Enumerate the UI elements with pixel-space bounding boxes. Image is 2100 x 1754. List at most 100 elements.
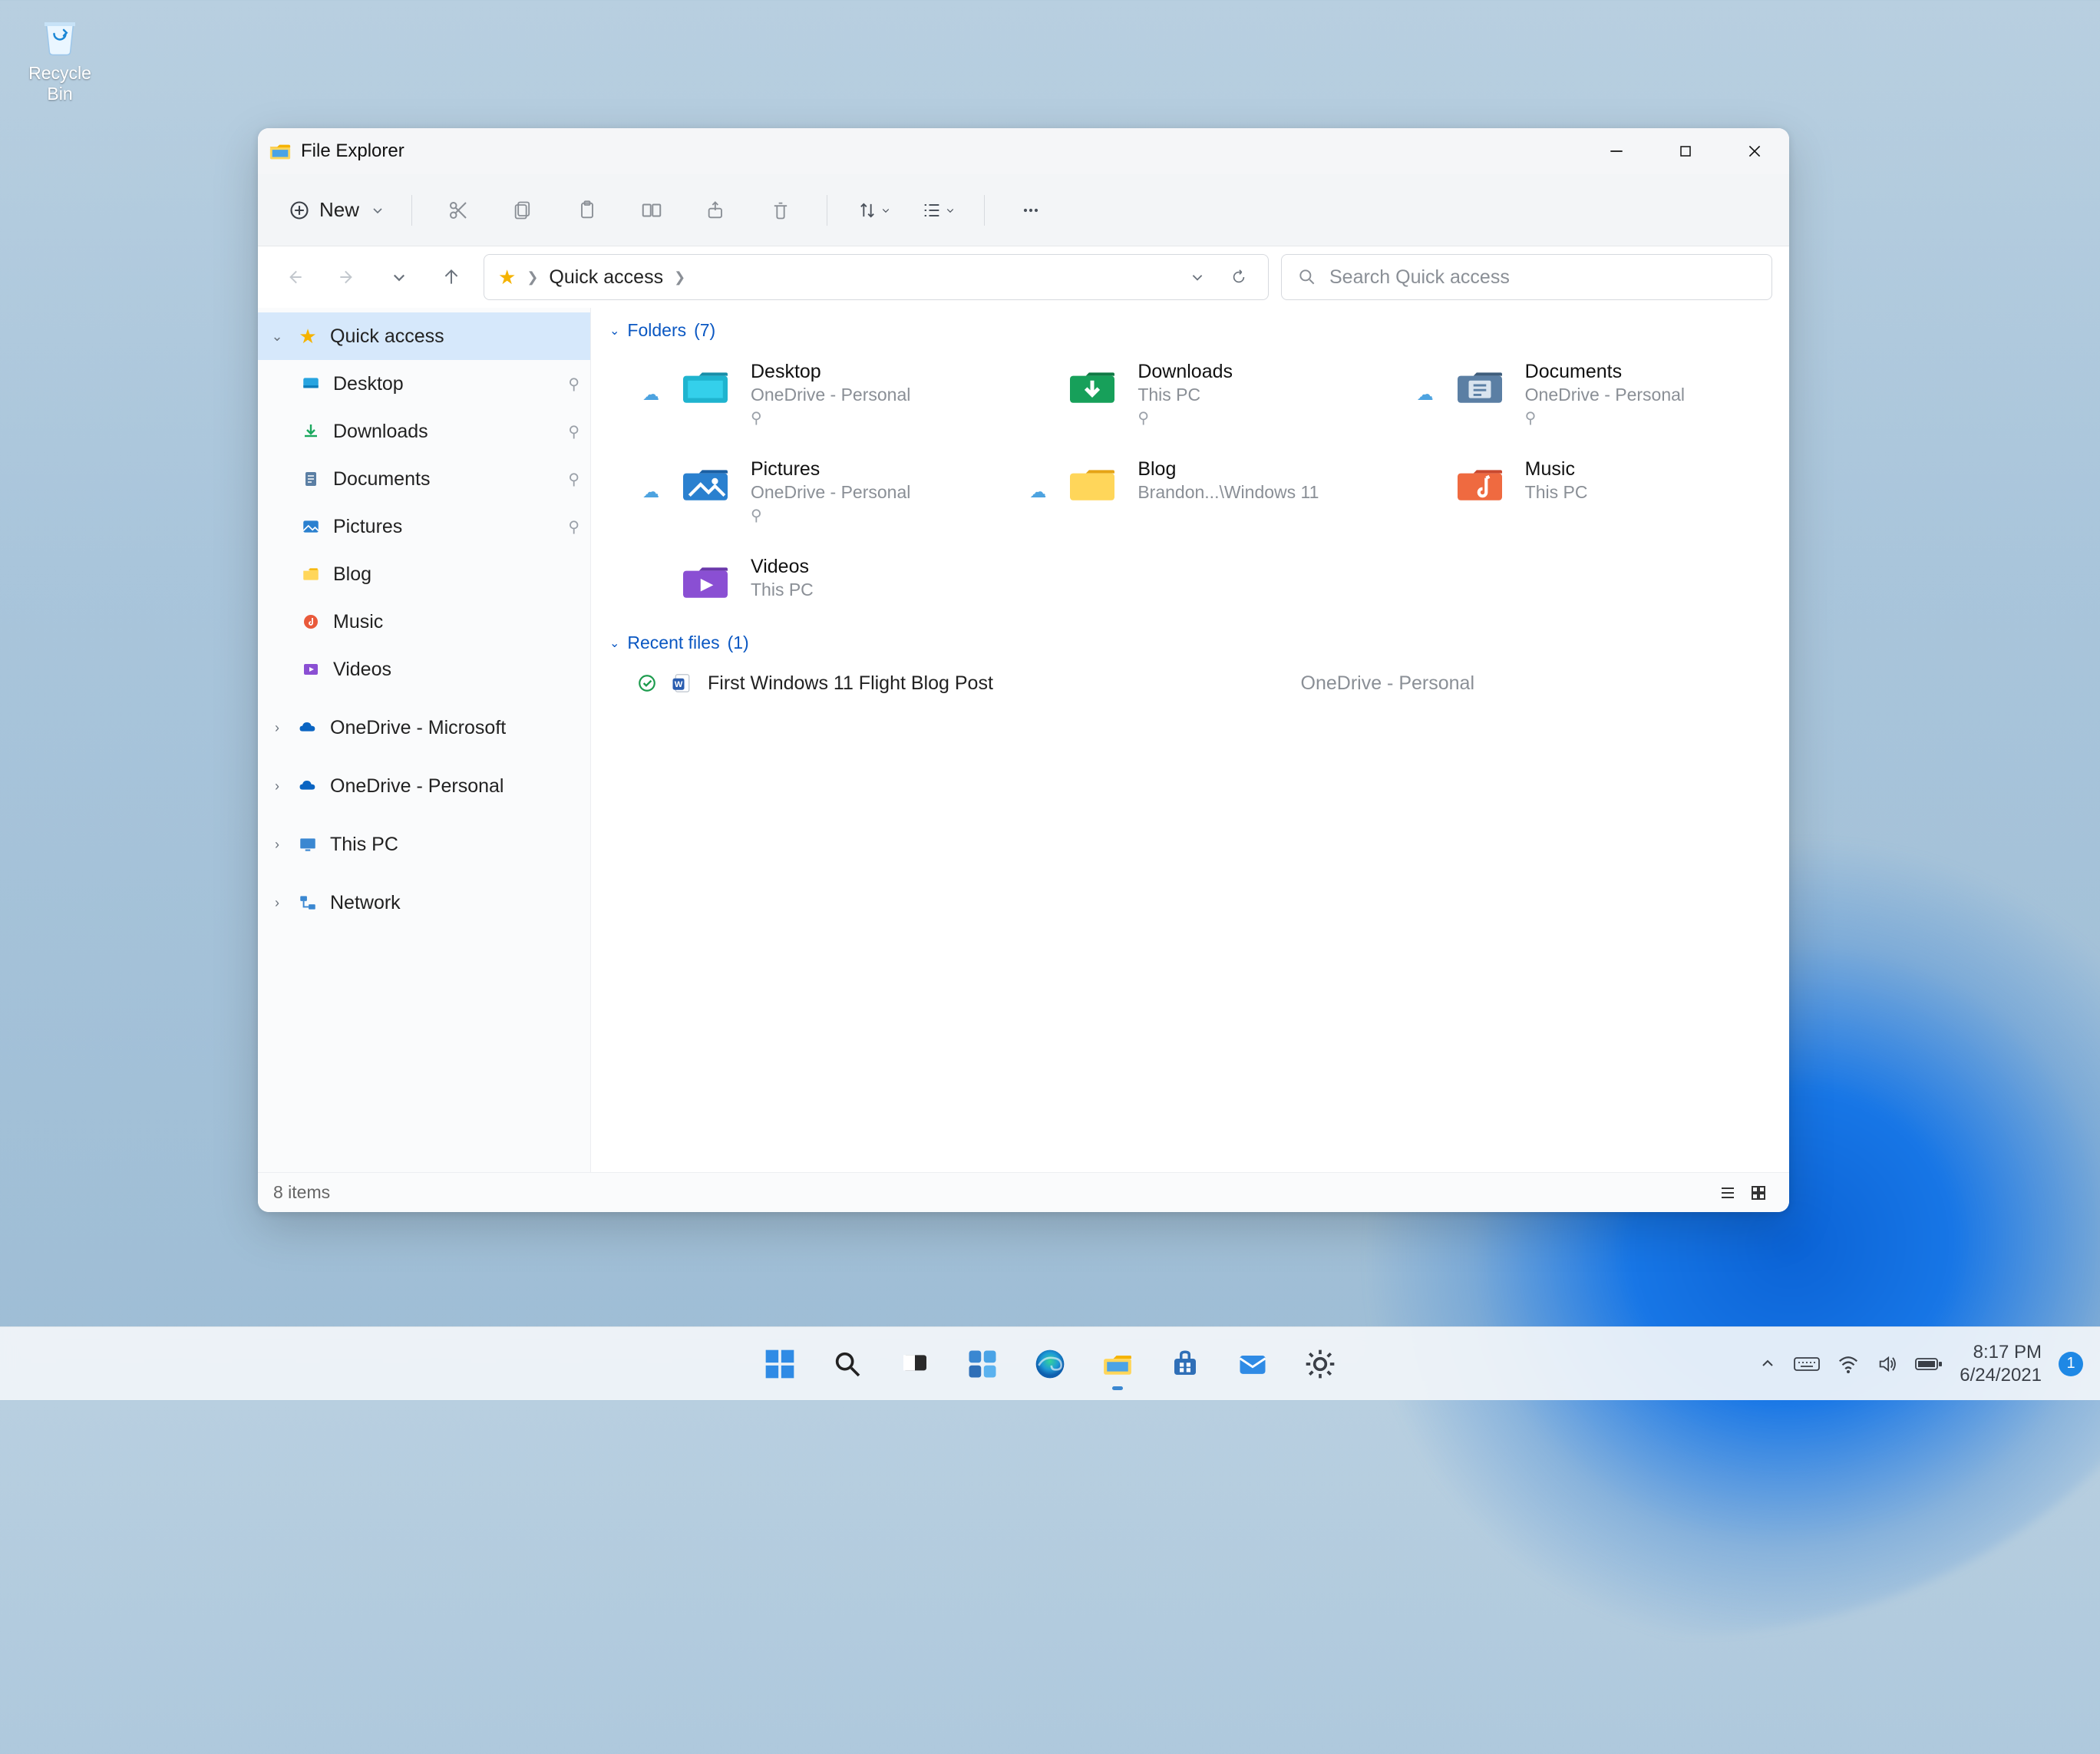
folder-card[interactable]: DownloadsThis PC⚲ — [1024, 356, 1380, 432]
folder-card[interactable]: ☁PicturesOneDrive - Personal⚲ — [637, 454, 993, 530]
navigation-pane[interactable]: ⌄ ★ Quick access Desktop ⚲ Downloads ⚲ D… — [258, 308, 591, 1172]
search-input[interactable] — [1329, 266, 1756, 289]
sidebar-item-music[interactable]: Music — [258, 598, 590, 646]
close-button[interactable] — [1720, 128, 1789, 174]
sidebar-item-downloads[interactable]: Downloads ⚲ — [258, 408, 590, 455]
view-button[interactable] — [916, 189, 959, 232]
wifi-icon[interactable] — [1837, 1353, 1860, 1376]
folder-card[interactable]: ☁BlogBrandon...\Windows 11 — [1024, 454, 1380, 530]
folder-name: Videos — [751, 556, 814, 578]
downloads-icon — [299, 420, 322, 443]
search-box[interactable] — [1281, 254, 1772, 300]
folder-thumb-icon — [1062, 458, 1122, 507]
refresh-button[interactable] — [1223, 262, 1254, 292]
status-bar: 8 items — [258, 1172, 1789, 1212]
titlebar[interactable]: File Explorer — [258, 128, 1789, 174]
refresh-icon — [1230, 269, 1247, 286]
sidebar-item-pictures[interactable]: Pictures ⚲ — [258, 503, 590, 550]
delete-button — [759, 189, 802, 232]
file-explorer-window: File Explorer New — [258, 128, 1789, 1212]
microsoft-store-button[interactable] — [1154, 1333, 1216, 1395]
command-bar: New — [258, 174, 1789, 246]
arrow-right-icon — [337, 267, 357, 287]
edge-button[interactable] — [1019, 1333, 1081, 1395]
sidebar-item-onedrive-personal[interactable]: › OneDrive - Personal — [258, 762, 590, 810]
breadcrumb-quick-access[interactable]: Quick access — [549, 266, 663, 289]
settings-button[interactable] — [1289, 1333, 1351, 1395]
cut-button — [437, 189, 480, 232]
file-explorer-taskbar-button[interactable] — [1087, 1333, 1148, 1395]
details-view-button[interactable] — [1712, 1178, 1743, 1208]
section-header-folders[interactable]: ⌄ Folders (7) — [600, 315, 1775, 352]
sidebar-item-desktop[interactable]: Desktop ⚲ — [258, 360, 590, 408]
documents-icon — [299, 467, 322, 491]
recycle-bin-label: Recycle Bin — [14, 63, 106, 104]
more-button[interactable] — [1009, 189, 1052, 232]
pin-icon: ⚲ — [751, 408, 910, 428]
new-button-label: New — [319, 198, 359, 222]
mail-button[interactable] — [1222, 1333, 1283, 1395]
this-pc-icon — [296, 833, 319, 856]
maximize-button[interactable] — [1651, 128, 1720, 174]
folder-card[interactable]: MusicThis PC — [1412, 454, 1768, 530]
recent-locations-button[interactable] — [379, 257, 419, 297]
videos-icon — [299, 658, 322, 681]
chevron-right-icon: ❯ — [674, 269, 685, 286]
folder-card[interactable]: VideosThis PC — [637, 551, 993, 609]
word-doc-icon: W — [671, 672, 694, 695]
recent-file-location: OneDrive - Personal — [1301, 672, 1474, 695]
keyboard-icon[interactable] — [1794, 1355, 1820, 1373]
folder-card[interactable]: ☁DocumentsOneDrive - Personal⚲ — [1412, 356, 1768, 432]
section-count: (1) — [728, 633, 749, 653]
folder-name: Music — [1525, 458, 1588, 481]
sidebar-item-videos[interactable]: Videos — [258, 646, 590, 693]
tray-overflow-icon[interactable] — [1758, 1355, 1777, 1373]
status-item-count: 8 items — [273, 1182, 330, 1203]
up-button[interactable] — [431, 257, 471, 297]
share-icon — [705, 200, 727, 221]
address-dropdown-button[interactable] — [1182, 262, 1213, 292]
sidebar-item-documents[interactable]: Documents ⚲ — [258, 455, 590, 503]
chevron-down-icon: ⌄ — [609, 323, 619, 339]
folder-location: This PC — [751, 580, 814, 600]
content-pane[interactable]: ⌄ Folders (7) ☁DesktopOneDrive - Persona… — [591, 308, 1789, 1172]
sidebar-item-blog[interactable]: Blog — [258, 550, 590, 598]
sidebar-item-onedrive-microsoft[interactable]: › OneDrive - Microsoft — [258, 704, 590, 751]
taskbar[interactable]: 8:17 PM 6/24/2021 1 — [0, 1326, 2100, 1400]
minimize-button[interactable] — [1582, 128, 1651, 174]
section-header-recent[interactable]: ⌄ Recent files (1) — [600, 628, 1775, 664]
folder-card[interactable]: ☁DesktopOneDrive - Personal⚲ — [637, 356, 993, 432]
sidebar-item-label: Network — [330, 892, 401, 914]
search-taskbar-button[interactable] — [817, 1333, 878, 1395]
folder-thumb-icon — [675, 556, 735, 605]
widgets-button[interactable] — [952, 1333, 1013, 1395]
system-tray[interactable]: 8:17 PM 6/24/2021 1 — [1758, 1341, 2100, 1387]
start-button[interactable] — [749, 1333, 811, 1395]
window-title: File Explorer — [301, 140, 404, 162]
notifications-badge[interactable]: 1 — [2059, 1352, 2083, 1376]
chevron-down-icon: ⌄ — [609, 636, 619, 651]
clock[interactable]: 8:17 PM 6/24/2021 — [1960, 1341, 2042, 1387]
address-bar[interactable]: ★ ❯ Quick access ❯ — [484, 254, 1269, 300]
desktop-icon-recycle-bin[interactable]: Recycle Bin — [14, 11, 106, 104]
pin-icon: ⚲ — [568, 375, 579, 394]
file-explorer-icon — [269, 140, 292, 163]
star-icon: ★ — [498, 266, 516, 289]
view-icon — [921, 200, 943, 221]
task-view-button[interactable] — [884, 1333, 946, 1395]
clipboard-icon — [576, 200, 598, 221]
cloud-status-icon: ☁ — [642, 385, 660, 405]
folder-name: Pictures — [751, 458, 910, 481]
battery-icon[interactable] — [1915, 1356, 1943, 1372]
new-button[interactable]: New — [275, 190, 398, 230]
chevron-down-icon: ⌄ — [269, 329, 286, 345]
volume-icon[interactable] — [1877, 1353, 1898, 1375]
forward-button — [327, 257, 367, 297]
recent-file-row[interactable]: WFirst Windows 11 Flight Blog PostOneDri… — [600, 664, 1775, 702]
sidebar-item-network[interactable]: › Network — [258, 879, 590, 927]
sidebar-item-this-pc[interactable]: › This PC — [258, 821, 590, 868]
sidebar-item-quick-access[interactable]: ⌄ ★ Quick access — [258, 312, 590, 360]
large-icons-view-button[interactable] — [1743, 1178, 1774, 1208]
sort-button[interactable] — [852, 189, 895, 232]
copy-icon — [512, 200, 533, 221]
